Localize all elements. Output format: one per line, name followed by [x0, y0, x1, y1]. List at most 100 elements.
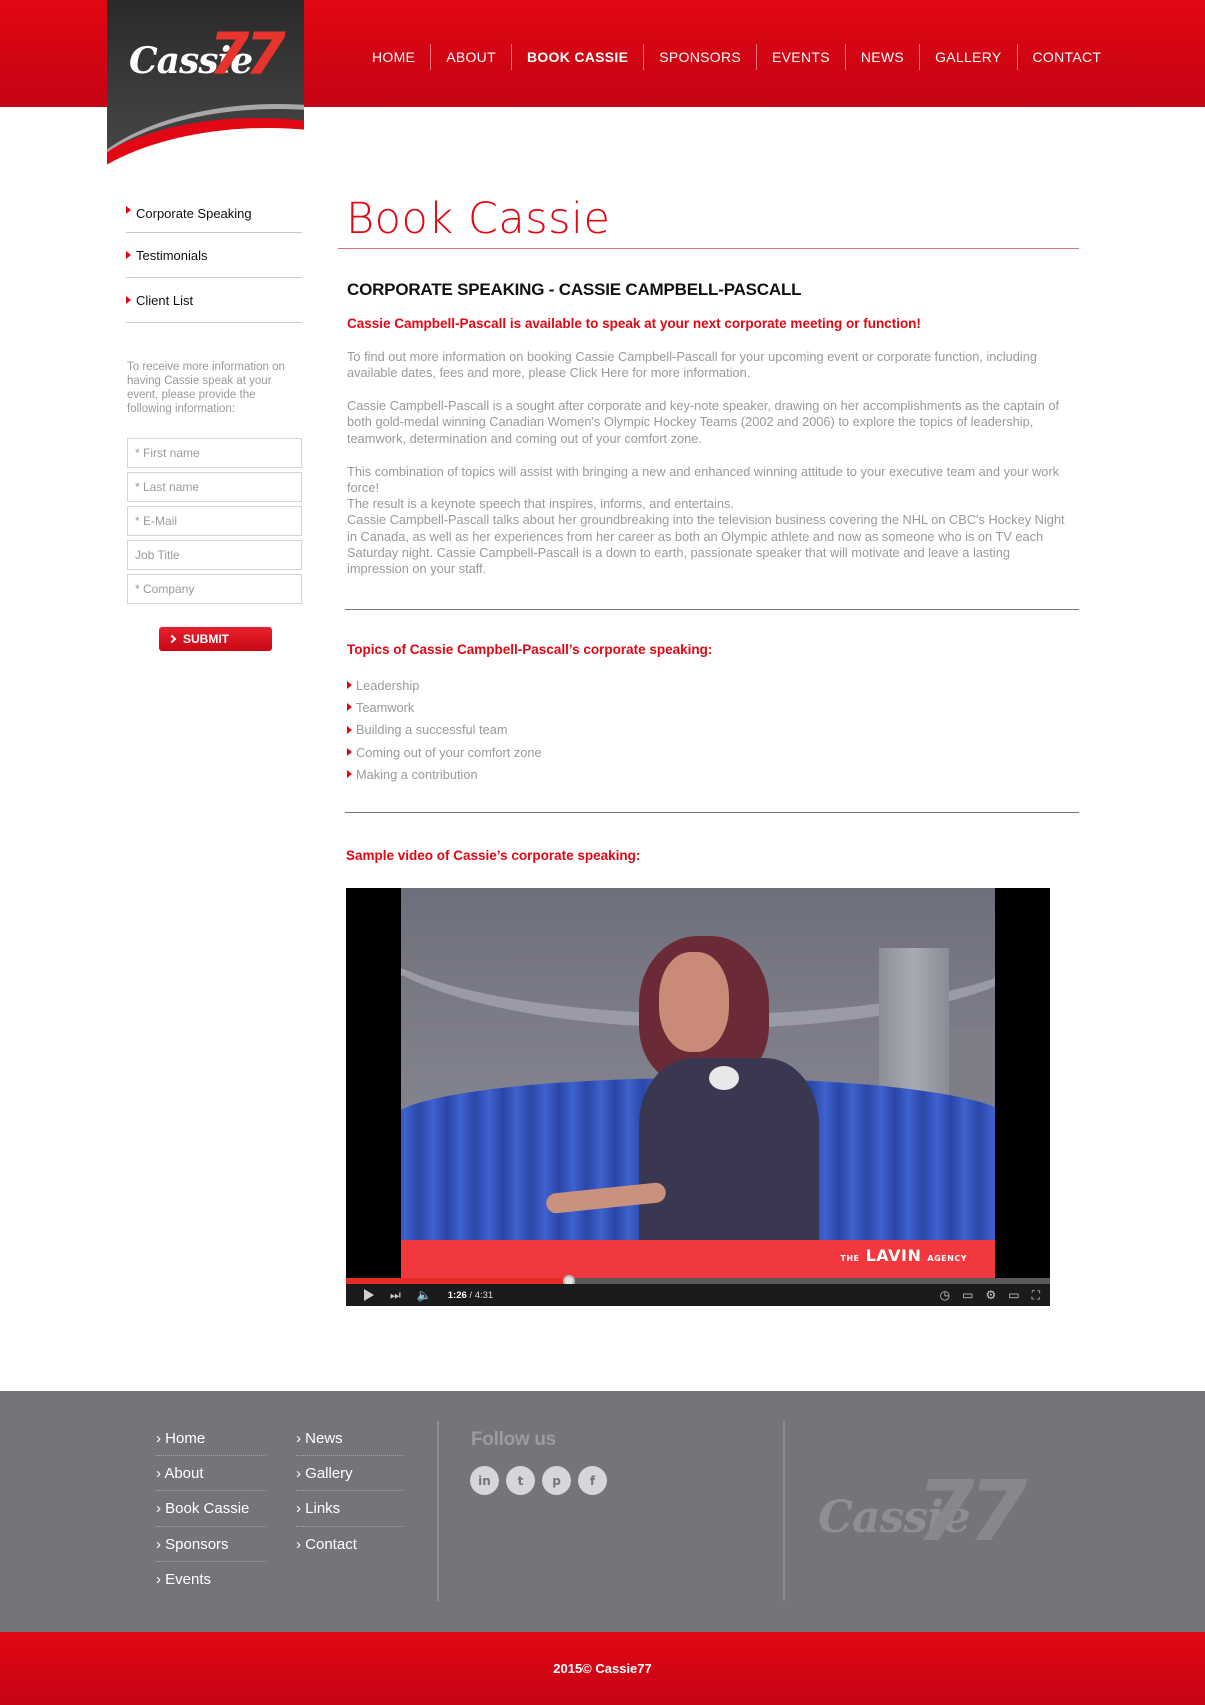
submit-button[interactable]: SUBMIT [159, 627, 272, 651]
list-item: Leadership [347, 674, 542, 696]
watch-later-icon[interactable]: ◷ [940, 1289, 950, 1301]
arrow-right-icon [126, 251, 131, 259]
list-item: Coming out of your comfort zone [347, 741, 542, 763]
sidebar-info-text: To receive more information on having Ca… [127, 361, 285, 415]
arrow-right-icon [347, 681, 352, 690]
settings-gear-icon[interactable]: ⚙ [985, 1289, 996, 1301]
volume-icon[interactable]: 🔈 [417, 1288, 432, 1302]
section-heading: CORPORATE SPEAKING - CASSIE CAMPBELL-PAS… [347, 280, 802, 299]
paragraph-booking-info: To find out more information on booking … [347, 349, 1037, 381]
twitter-icon[interactable]: t [506, 1466, 535, 1495]
sidebar-item-testimonials[interactable]: Testimonials [126, 233, 302, 278]
arrow-right-icon [126, 206, 131, 214]
footer-link-links[interactable]: › Links [296, 1491, 404, 1527]
email-field[interactable] [127, 506, 302, 536]
captions-icon[interactable]: ▭ [962, 1289, 973, 1301]
footer-links-col1: › Home › About › Book Cassie › Sponsors … [156, 1421, 266, 1597]
list-item: Teamwork [347, 696, 542, 718]
logo-number: 77 [209, 20, 286, 88]
social-links: in t p f [470, 1466, 607, 1495]
theater-mode-icon[interactable]: ▭ [1008, 1289, 1019, 1301]
chevron-right-icon [167, 634, 177, 644]
lavin-suffix: AGENCY [927, 1254, 967, 1263]
footer-logo: Cassie 77 [818, 1462, 1038, 1562]
play-icon[interactable] [364, 1289, 374, 1301]
next-icon[interactable]: ⏭ [390, 1288, 401, 1303]
section-divider [345, 812, 1079, 813]
video-time: 1:26 / 4:31 [447, 1289, 494, 1301]
topic-label: Building a successful team [356, 722, 508, 738]
paragraph-speaker-bio: Cassie Campbell-Pascall is a sought afte… [347, 398, 1060, 446]
topic-label: Coming out of your comfort zone [356, 744, 542, 760]
nav-about[interactable]: ABOUT [430, 44, 511, 70]
video-controls-right: ◷ ▭ ⚙ ▭ ⛶ [940, 1289, 1040, 1301]
footer-link-events[interactable]: › Events [156, 1562, 266, 1597]
topic-label: Leadership [356, 677, 420, 693]
keynote-line: The result is a keynote speech that insp… [347, 496, 734, 511]
booking-form [127, 438, 302, 608]
nav-contact[interactable]: CONTACT [1016, 44, 1117, 70]
nav-events[interactable]: EVENTS [756, 44, 845, 70]
keynote-detail: Cassie Campbell-Pascall talks about her … [347, 512, 1065, 577]
footer-link-book-cassie[interactable]: › Book Cassie [156, 1491, 266, 1527]
topics-heading: Topics of Cassie Campbell-Pascall’s corp… [347, 642, 713, 657]
sidebar-item-label: Client List [136, 292, 194, 308]
lavin-prefix: THE [840, 1254, 860, 1263]
footer-link-home[interactable]: › Home [156, 1421, 266, 1457]
video-controls: ⏭ 🔈 1:26 / 4:31 ◷ ▭ ⚙ ▭ ⛶ [346, 1284, 1050, 1306]
video-player[interactable]: THE LAVIN AGENCY ⏭ 🔈 1:26 / 4:31 ◷ ▭ ⚙ ▭… [346, 888, 1050, 1306]
submit-label: SUBMIT [183, 632, 229, 646]
video-duration: 4:31 [474, 1289, 494, 1301]
list-item: Building a successful team [347, 719, 542, 741]
topic-label: Making a contribution [356, 766, 478, 782]
lavin-agency-logo: THE LAVIN AGENCY [840, 1246, 967, 1265]
nav-sponsors[interactable]: SPONSORS [643, 44, 756, 70]
fullscreen-icon[interactable]: ⛶ [1032, 1289, 1040, 1301]
lavin-brand: LAVIN [865, 1246, 922, 1265]
footer-divider [437, 1421, 439, 1601]
arrow-right-icon [347, 748, 352, 757]
video-frame[interactable]: THE LAVIN AGENCY [401, 888, 995, 1278]
footer-link-gallery[interactable]: › Gallery [296, 1456, 404, 1492]
sidebar-item-label: Testimonials [136, 247, 208, 263]
follow-us-heading: Follow us [471, 1429, 556, 1450]
footer-link-about[interactable]: › About [156, 1456, 266, 1492]
arrow-right-icon [126, 296, 131, 304]
nav-book-cassie[interactable]: BOOK CASSIE [510, 44, 643, 70]
lead-text: Cassie Campbell-Pascall is available to … [347, 316, 921, 331]
paragraph-keynote: The result is a keynote speech that insp… [347, 496, 1067, 577]
company-field[interactable] [127, 574, 302, 604]
page-title: Book Cassie [346, 194, 611, 244]
video-speaker-corsage [709, 1066, 739, 1090]
section-divider [345, 609, 1079, 610]
paragraph-topics-summary: This combination of topics will assist w… [347, 464, 1060, 496]
job-title-field[interactable] [127, 540, 302, 570]
nav-news[interactable]: NEWS [844, 44, 919, 70]
list-item: Making a contribution [347, 763, 542, 785]
last-name-field[interactable] [127, 472, 302, 502]
footer-links-col2: › News › Gallery › Links › Contact [296, 1421, 404, 1562]
footer-logo-number: 77 [916, 1462, 1027, 1560]
nav-home[interactable]: HOME [357, 44, 430, 70]
footer-link-sponsors[interactable]: › Sponsors [156, 1527, 266, 1562]
arrow-right-icon [347, 703, 352, 712]
arrow-right-icon [347, 725, 352, 734]
footer-link-contact[interactable]: › Contact [296, 1527, 404, 1562]
linkedin-icon[interactable]: in [470, 1466, 499, 1495]
topics-list: Leadership Teamwork Building a successfu… [347, 674, 542, 785]
video-speaker-face [659, 952, 729, 1052]
title-divider [338, 248, 1079, 249]
sidebar-item-client-list[interactable]: Client List [126, 278, 302, 323]
copyright-bar: 2015© Cassie77 [0, 1632, 1205, 1705]
facebook-icon[interactable]: f [578, 1466, 607, 1495]
sidebar-item-label: Corporate Speaking [136, 206, 252, 221]
sidebar-item-corporate-speaking[interactable]: Corporate Speaking [126, 199, 302, 233]
topic-label: Teamwork [356, 699, 415, 715]
site-logo[interactable]: Cassie 77 [107, 0, 304, 185]
pinterest-icon[interactable]: p [542, 1466, 571, 1495]
footer-link-news[interactable]: › News [296, 1421, 404, 1457]
nav-gallery[interactable]: GALLERY [919, 44, 1016, 70]
video-current-time: 1:26 [447, 1289, 467, 1301]
first-name-field[interactable] [127, 438, 302, 468]
footer-divider [783, 1421, 785, 1601]
